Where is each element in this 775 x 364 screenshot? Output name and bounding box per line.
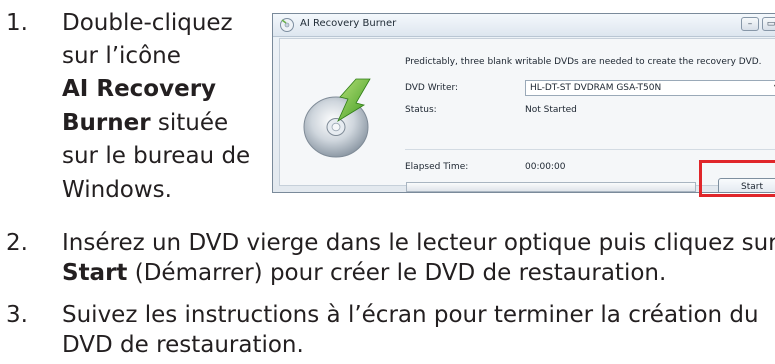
minimize-icon[interactable]: – xyxy=(741,17,759,31)
start-highlight-box xyxy=(699,160,775,197)
step-1-burner-bold: Burner xyxy=(62,110,151,136)
step-1-line-3: AI Recovery xyxy=(62,76,217,102)
step-2-line-1: Insérez un DVD vierge dans le lecteur op… xyxy=(62,230,775,256)
progress-bar xyxy=(406,182,696,192)
step-1-line-1: Double-cliquez xyxy=(62,10,233,36)
step-2-line-2: Start (Démarrer) pour créer le DVD de re… xyxy=(62,258,666,288)
dialog-message: Predictably, three blank writable DVDs a… xyxy=(405,57,762,67)
dvd-writer-select[interactable]: HL-DT-ST DVDRAM GSA-T50N ▼ xyxy=(525,80,775,96)
maximize-icon[interactable]: ▭ xyxy=(762,17,775,31)
elapsed-time-label: Elapsed Time: xyxy=(405,162,469,172)
step-1-line-2: sur l’icône xyxy=(62,43,181,69)
window-title: AI Recovery Burner xyxy=(300,18,397,29)
step-3-number: 3. xyxy=(6,302,28,328)
step-3-line-1: Suivez les instructions à l’écran pour t… xyxy=(62,302,759,328)
ai-recovery-burner-icon xyxy=(280,18,294,32)
step-1-line-5: sur le bureau de xyxy=(62,143,251,169)
step-1-situee: située xyxy=(150,110,229,136)
step-3-line-2: DVD de restauration. xyxy=(62,332,304,358)
dvd-disc-icon xyxy=(303,78,371,158)
step-1-line-6: Windows. xyxy=(62,177,172,203)
status-value: Not Started xyxy=(525,105,577,115)
window-titlebar: AI Recovery Burner – ▭ xyxy=(273,14,775,37)
status-label: Status: xyxy=(405,105,437,115)
step-1-line-4: Burner située xyxy=(62,108,228,138)
step-2-start-bold: Start xyxy=(62,260,128,286)
step-2-number: 2. xyxy=(6,230,28,256)
step-2-rest: (Démarrer) pour créer le DVD de restaura… xyxy=(127,260,667,286)
step-1-number: 1. xyxy=(6,10,28,36)
elapsed-time-value: 00:00:00 xyxy=(525,162,566,172)
divider xyxy=(405,149,775,150)
dvd-writer-label: DVD Writer: xyxy=(405,83,459,93)
dvd-writer-value: HL-DT-ST DVDRAM GSA-T50N xyxy=(530,83,662,93)
